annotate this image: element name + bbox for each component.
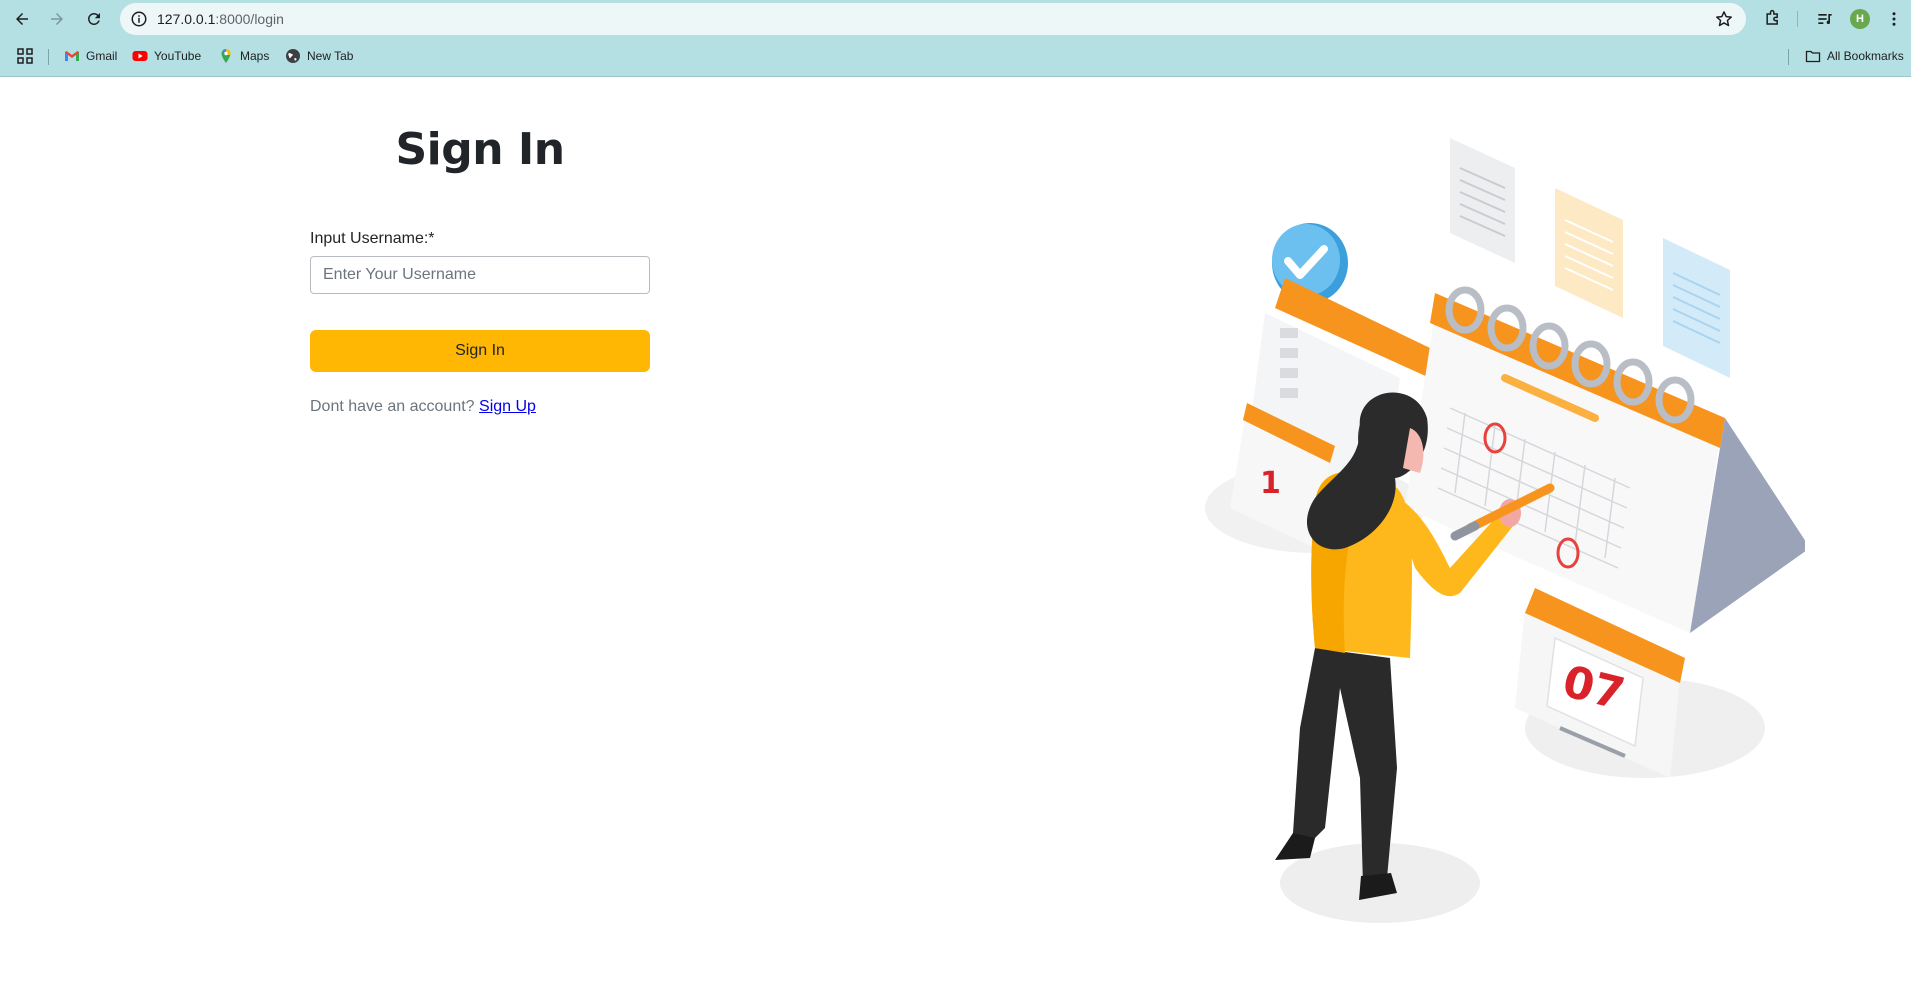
folder-icon xyxy=(1805,50,1821,63)
url-path: :8000/login xyxy=(215,11,284,27)
apps-button[interactable] xyxy=(17,46,33,66)
reload-icon xyxy=(87,12,100,25)
browser-chrome: 127.0.0.1:8000/login H Gmail YouTube Map… xyxy=(0,0,1911,77)
bookmark-star-icon[interactable] xyxy=(1714,9,1734,29)
forward-button[interactable] xyxy=(43,5,71,33)
avatar: H xyxy=(1850,9,1870,29)
maps-icon xyxy=(221,49,231,63)
username-label: Input Username:* xyxy=(310,230,435,247)
apps-grid-icon xyxy=(17,48,33,64)
media-queue-icon xyxy=(1818,14,1832,24)
page-content: Sign In Input Username:* Sign In Dont ha… xyxy=(0,78,1911,988)
address-bar[interactable]: 127.0.0.1:8000/login xyxy=(120,3,1746,35)
back-button[interactable] xyxy=(8,5,36,33)
bookmark-new-tab[interactable]: New Tab xyxy=(285,46,353,66)
bookmark-gmail[interactable]: Gmail xyxy=(64,46,117,66)
menu-button[interactable] xyxy=(1882,5,1906,33)
sign-in-button[interactable]: Sign In xyxy=(310,330,650,372)
page-title: Sign In xyxy=(395,124,565,175)
bookmark-label: Maps xyxy=(240,49,270,63)
bookmark-label: New Tab xyxy=(307,49,354,63)
extensions-button[interactable] xyxy=(1759,5,1787,33)
toolbar-divider xyxy=(1797,11,1798,27)
bookmark-youtube[interactable]: YouTube xyxy=(132,46,201,66)
all-bookmarks-label: All Bookmarks xyxy=(1827,49,1904,63)
signup-prompt-line: Dont have an account? Sign Up xyxy=(310,398,536,416)
all-bookmarks-button[interactable]: All Bookmarks xyxy=(1805,46,1904,66)
woman-shoe xyxy=(1275,833,1315,860)
bookmarks-bar: Gmail YouTube Maps New Tab All Bookmarks xyxy=(0,42,1911,70)
sign-up-link[interactable]: Sign Up xyxy=(479,398,536,415)
browser-toolbar: 127.0.0.1:8000/login H xyxy=(0,0,1911,38)
bookmarks-divider xyxy=(48,49,49,65)
url-host: 127.0.0.1 xyxy=(157,11,216,27)
signup-prompt: Dont have an account? xyxy=(310,398,475,415)
bookmark-label: Gmail xyxy=(86,49,118,63)
url-text: 127.0.0.1:8000/login xyxy=(157,11,284,27)
profile-button[interactable]: H xyxy=(1846,5,1874,33)
bookmark-maps[interactable]: Maps xyxy=(218,46,269,66)
puzzle-icon xyxy=(1766,9,1778,25)
document-gray xyxy=(1450,138,1515,263)
kebab-menu-icon xyxy=(1892,12,1896,26)
gmail-icon xyxy=(65,51,79,61)
globe-icon xyxy=(286,49,300,63)
forward-arrow-icon xyxy=(51,13,63,25)
calendar-small-left-number: 1 xyxy=(1260,466,1281,501)
reload-button[interactable] xyxy=(80,5,108,33)
calendar-woman-illustration: 1 07 xyxy=(1205,138,1805,923)
check-badge-face xyxy=(1272,224,1340,296)
site-info-icon[interactable] xyxy=(130,10,148,28)
bookmarks-divider xyxy=(1788,49,1789,65)
reading-list-button[interactable] xyxy=(1811,5,1839,33)
username-input[interactable] xyxy=(310,256,650,294)
back-arrow-icon xyxy=(16,13,28,25)
youtube-icon xyxy=(132,51,148,61)
bookmark-label: YouTube xyxy=(154,49,202,63)
